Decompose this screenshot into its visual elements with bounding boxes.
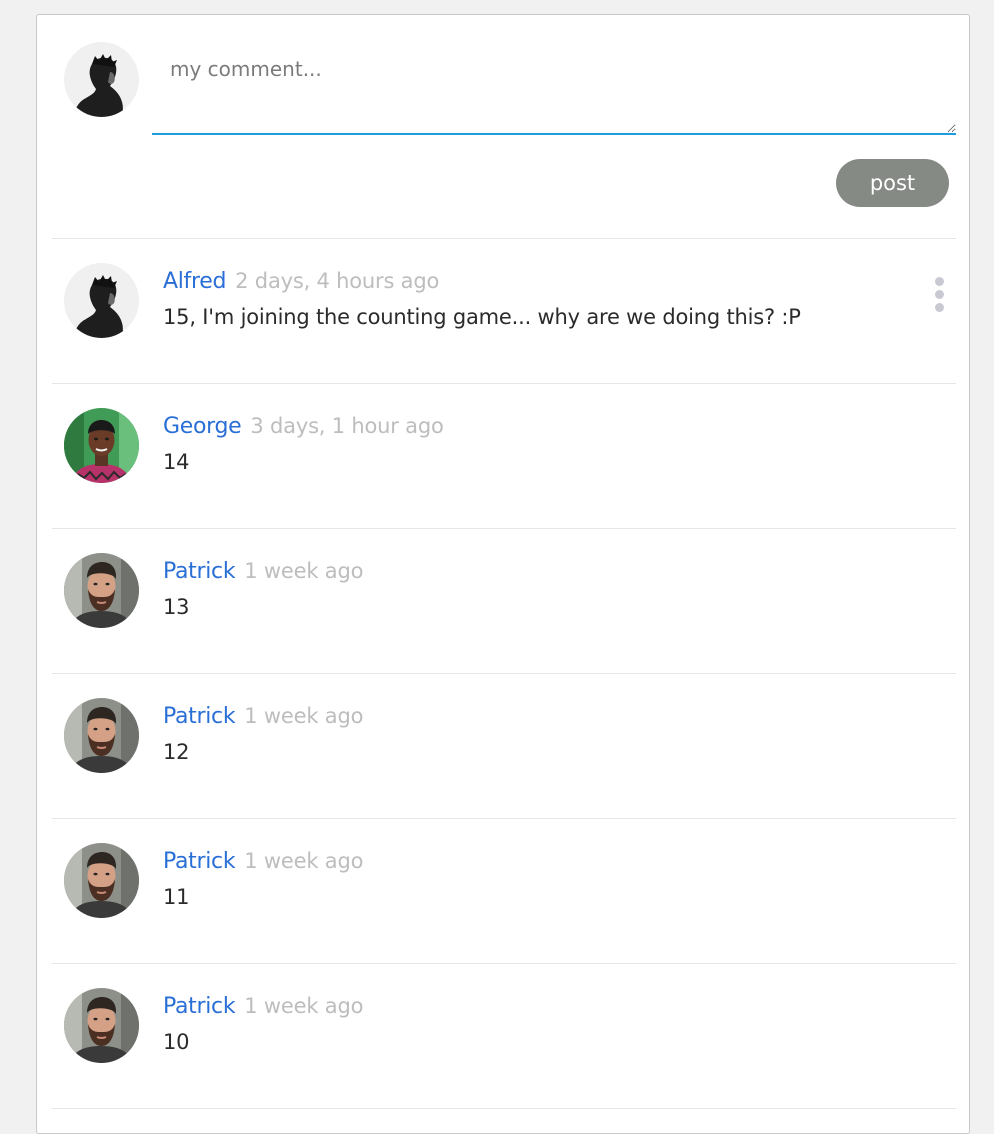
comment-timestamp: 1 week ago — [244, 849, 364, 873]
user-avatar-icon — [64, 698, 139, 773]
comment-author-link[interactable]: Patrick — [163, 704, 236, 729]
comment-item: Patrick 1 week ago 11 — [52, 818, 956, 963]
comment-author-link[interactable]: Patrick — [163, 994, 236, 1019]
comment-text: 13 — [163, 595, 190, 619]
comment-avatar[interactable] — [64, 988, 139, 1063]
comment-item: Alfred 2 days, 4 hours ago 15, I'm joinin… — [52, 238, 956, 383]
comment-avatar[interactable] — [64, 843, 139, 918]
comment-timestamp: 3 days, 1 hour ago — [250, 414, 444, 438]
comment-item: Patrick 1 week ago 12 — [52, 673, 956, 818]
comment-author-link[interactable]: Patrick — [163, 849, 236, 874]
post-button[interactable]: post — [836, 159, 949, 207]
comment-timestamp: 2 days, 4 hours ago — [235, 269, 440, 293]
comment-item-divider — [52, 1108, 956, 1118]
user-avatar-icon — [64, 408, 139, 483]
comment-author-link[interactable]: Alfred — [163, 269, 226, 294]
comment-meta: Patrick 1 week ago — [163, 849, 363, 874]
user-avatar-icon — [64, 988, 139, 1063]
user-avatar-icon — [64, 843, 139, 918]
comment-timestamp: 1 week ago — [244, 559, 364, 583]
comment-meta: Patrick 1 week ago — [163, 704, 363, 729]
comment-text: 11 — [163, 885, 190, 909]
comment-meta: Patrick 1 week ago — [163, 559, 363, 584]
comment-item: Patrick 1 week ago 10 — [52, 963, 956, 1108]
comment-list: Alfred 2 days, 4 hours ago 15, I'm joinin… — [52, 238, 956, 1118]
comment-item: Patrick 1 week ago 13 — [52, 528, 956, 673]
more-options-icon[interactable] — [930, 277, 948, 317]
comment-avatar[interactable] — [64, 698, 139, 773]
comment-timestamp: 1 week ago — [244, 704, 364, 728]
comment-item: George 3 days, 1 hour ago 14 — [52, 383, 956, 528]
comment-author-link[interactable]: George — [163, 414, 242, 439]
user-avatar-icon — [64, 42, 139, 117]
comment-text: 12 — [163, 740, 190, 764]
comment-avatar[interactable] — [64, 408, 139, 483]
comment-text: 15, I'm joining the counting game... why… — [163, 305, 801, 329]
comment-author-link[interactable]: Patrick — [163, 559, 236, 584]
comment-meta: Patrick 1 week ago — [163, 994, 363, 1019]
comment-text: 14 — [163, 450, 190, 474]
comment-meta: Alfred 2 days, 4 hours ago — [163, 269, 439, 294]
comment-input[interactable] — [152, 43, 956, 135]
user-avatar-icon — [64, 263, 139, 338]
comments-panel: post Alfred 2 days, 4 hours ago 15, I'm j… — [36, 14, 970, 1134]
comment-text: 10 — [163, 1030, 190, 1054]
comment-timestamp: 1 week ago — [244, 994, 364, 1018]
comment-avatar[interactable] — [64, 553, 139, 628]
current-user-avatar — [64, 42, 139, 117]
user-avatar-icon — [64, 553, 139, 628]
comment-meta: George 3 days, 1 hour ago — [163, 414, 444, 439]
comment-avatar[interactable] — [64, 263, 139, 338]
